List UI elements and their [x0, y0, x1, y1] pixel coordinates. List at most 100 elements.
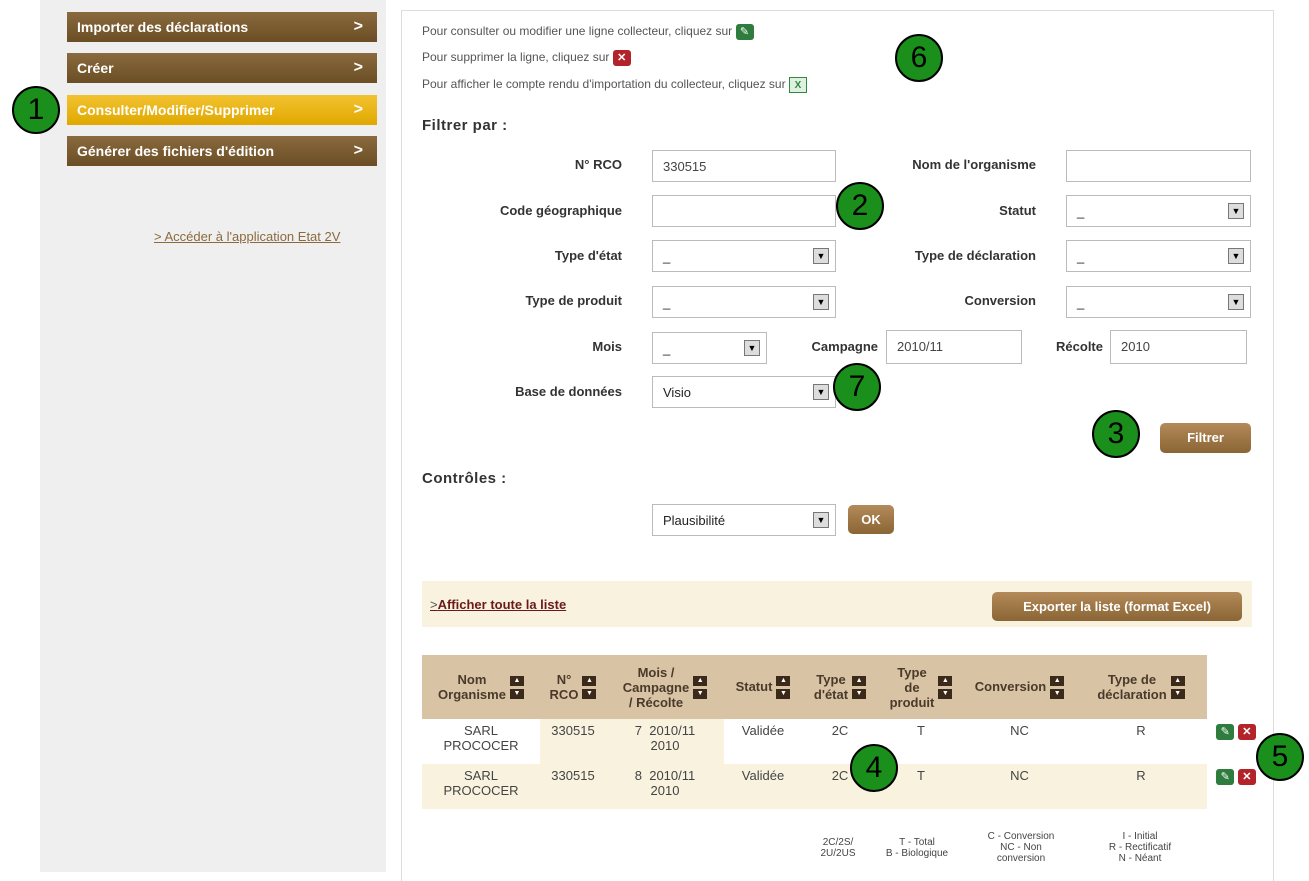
col-rco[interactable]: N° RCO ▲ ▼: [540, 655, 606, 719]
campagne-input[interactable]: 2010/11: [886, 330, 1022, 364]
sort-arrows-icon[interactable]: ▲ ▼: [1170, 675, 1185, 699]
x-icon[interactable]: ✕: [1237, 723, 1256, 740]
dropdown-arrow-icon: ▼: [1228, 203, 1244, 219]
rco-input[interactable]: 330515: [652, 150, 836, 182]
x-icon: ✕: [612, 50, 631, 66]
type-decl-select[interactable]: _ ▼: [1066, 240, 1251, 272]
recolte: 2010: [650, 783, 680, 798]
col-mois-l3: / Récolte: [628, 694, 684, 710]
sort-down-icon[interactable]: ▼: [582, 688, 597, 699]
sort-arrows-icon[interactable]: ▲ ▼: [938, 675, 953, 699]
col-nom-l1: Nom: [457, 672, 487, 687]
menu-generate[interactable]: Générer des fichiers d'édition >: [67, 136, 377, 166]
sort-down-icon[interactable]: ▼: [776, 688, 791, 699]
filter-title: Filtrer par :: [422, 117, 508, 134]
col-rco-l2: RCO: [549, 687, 579, 702]
results-table: Nom Organisme ▲ ▼ N° RCO ▲ ▼ Mois / Campagne / R…: [422, 655, 1265, 809]
menu-import[interactable]: Importer des déclarations >: [67, 12, 377, 42]
legend-prod-l1: T - Total: [899, 837, 935, 848]
col-statut[interactable]: Statut ▲ ▼: [724, 655, 802, 719]
sort-up-icon[interactable]: ▲: [852, 675, 867, 686]
filter-button[interactable]: Filtrer: [1160, 423, 1251, 453]
sort-up-icon[interactable]: ▲: [582, 675, 597, 686]
legend-decl-l3: N - Néant: [1118, 853, 1162, 864]
legend-etat-l1: 2C/2S/: [822, 837, 854, 848]
cell-type-decl: R: [1075, 764, 1207, 809]
mois-value: _: [663, 341, 671, 356]
sort-up-icon[interactable]: ▲: [509, 675, 524, 686]
col-mois-l2: Campagne: [622, 679, 690, 695]
type-decl-label: Type de déclaration: [914, 248, 1036, 263]
etat2v-link[interactable]: > Accéder à l'application Etat 2V: [154, 229, 340, 244]
chevron-right-icon: >: [353, 101, 363, 118]
excel-icon: X: [788, 77, 807, 93]
controles-select[interactable]: Plausibilité ▼: [652, 504, 836, 536]
col-nom[interactable]: Nom Organisme ▲ ▼: [422, 655, 540, 719]
col-type-decl[interactable]: Type de déclaration ▲ ▼: [1075, 655, 1207, 719]
cell-nom: SARL PROCOCER: [422, 764, 540, 809]
pencil-icon[interactable]: ✎: [1216, 768, 1235, 785]
type-prod-label: Type de produit: [525, 293, 622, 308]
sort-down-icon[interactable]: ▼: [1170, 688, 1185, 699]
statut-select[interactable]: _ ▼: [1066, 195, 1251, 227]
sort-arrows-icon[interactable]: ▲ ▼: [582, 675, 597, 699]
org-label: Nom de l'organisme: [912, 157, 1036, 172]
cell-conversion: NC: [964, 764, 1075, 809]
sort-up-icon[interactable]: ▲: [938, 675, 953, 686]
legend-conv: C - Conversion NC - Non conversion: [968, 831, 1074, 864]
pencil-icon[interactable]: ✎: [1216, 723, 1235, 740]
base-select[interactable]: Visio ▼: [652, 376, 836, 408]
info-delete: Pour supprimer la ligne, cliquez sur ✕: [422, 50, 631, 66]
col-etat-l2: d'état: [813, 687, 849, 702]
col-type-etat[interactable]: Type d'état ▲ ▼: [802, 655, 878, 719]
col-etat-l1: Type: [816, 672, 846, 687]
callout-7: 7: [833, 363, 881, 411]
mois: 7: [634, 723, 642, 738]
sort-down-icon[interactable]: ▼: [852, 688, 867, 699]
dropdown-arrow-icon: ▼: [813, 294, 829, 310]
col-prod-l2: de: [904, 679, 920, 695]
callout-1: 1: [12, 86, 60, 134]
show-all-link[interactable]: >Afficher toute la liste: [430, 597, 566, 612]
base-label: Base de données: [515, 384, 622, 399]
ok-button[interactable]: OK: [848, 505, 894, 534]
sort-arrows-icon[interactable]: ▲ ▼: [693, 675, 708, 699]
callout-6: 6: [895, 34, 943, 82]
sort-up-icon[interactable]: ▲: [776, 675, 791, 686]
menu-import-label: Importer des déclarations: [77, 19, 249, 35]
sort-up-icon[interactable]: ▲: [1170, 675, 1185, 686]
sort-down-icon[interactable]: ▼: [1050, 688, 1065, 699]
sort-down-icon[interactable]: ▼: [938, 688, 953, 699]
col-mois[interactable]: Mois / Campagne / Récolte ▲ ▼: [606, 655, 724, 719]
col-prod-l3: produit: [889, 694, 935, 710]
conversion-select[interactable]: _ ▼: [1066, 286, 1251, 318]
sort-down-icon[interactable]: ▼: [509, 688, 524, 699]
x-icon[interactable]: ✕: [1237, 768, 1256, 785]
sort-arrows-icon[interactable]: ▲ ▼: [509, 675, 524, 699]
col-type-prod[interactable]: Type de produit ▲ ▼: [878, 655, 964, 719]
nom-l2: PROCOCER: [443, 783, 519, 798]
col-conversion[interactable]: Conversion ▲ ▼: [964, 655, 1075, 719]
recolte-input[interactable]: 2010: [1110, 330, 1247, 364]
sort-arrows-icon[interactable]: ▲ ▼: [776, 675, 791, 699]
sort-arrows-icon[interactable]: ▲ ▼: [1050, 675, 1065, 699]
menu-generate-label: Générer des fichiers d'édition: [77, 143, 275, 159]
type-etat-label: Type d'état: [554, 248, 622, 263]
export-excel-button[interactable]: Exporter la liste (format Excel): [992, 592, 1242, 621]
menu-consult[interactable]: Consulter/Modifier/Supprimer >: [67, 95, 377, 125]
mois: 8: [634, 768, 642, 783]
type-etat-select[interactable]: _ ▼: [652, 240, 836, 272]
info-excel-text: Pour afficher le compte rendu d'importat…: [422, 77, 786, 92]
sort-up-icon[interactable]: ▲: [1050, 675, 1065, 686]
legend-decl-l1: I - Initial: [1122, 831, 1158, 842]
mois-select[interactable]: _ ▼: [652, 332, 767, 364]
geo-input[interactable]: [652, 195, 836, 227]
mois-label: Mois: [592, 339, 622, 354]
menu-create[interactable]: Créer >: [67, 53, 377, 83]
cell-actions: ✎ ✕: [1207, 764, 1265, 809]
sort-down-icon[interactable]: ▼: [693, 688, 708, 699]
org-input[interactable]: [1066, 150, 1251, 182]
sort-up-icon[interactable]: ▲: [693, 675, 708, 686]
type-prod-select[interactable]: _ ▼: [652, 286, 836, 318]
sort-arrows-icon[interactable]: ▲ ▼: [852, 675, 867, 699]
